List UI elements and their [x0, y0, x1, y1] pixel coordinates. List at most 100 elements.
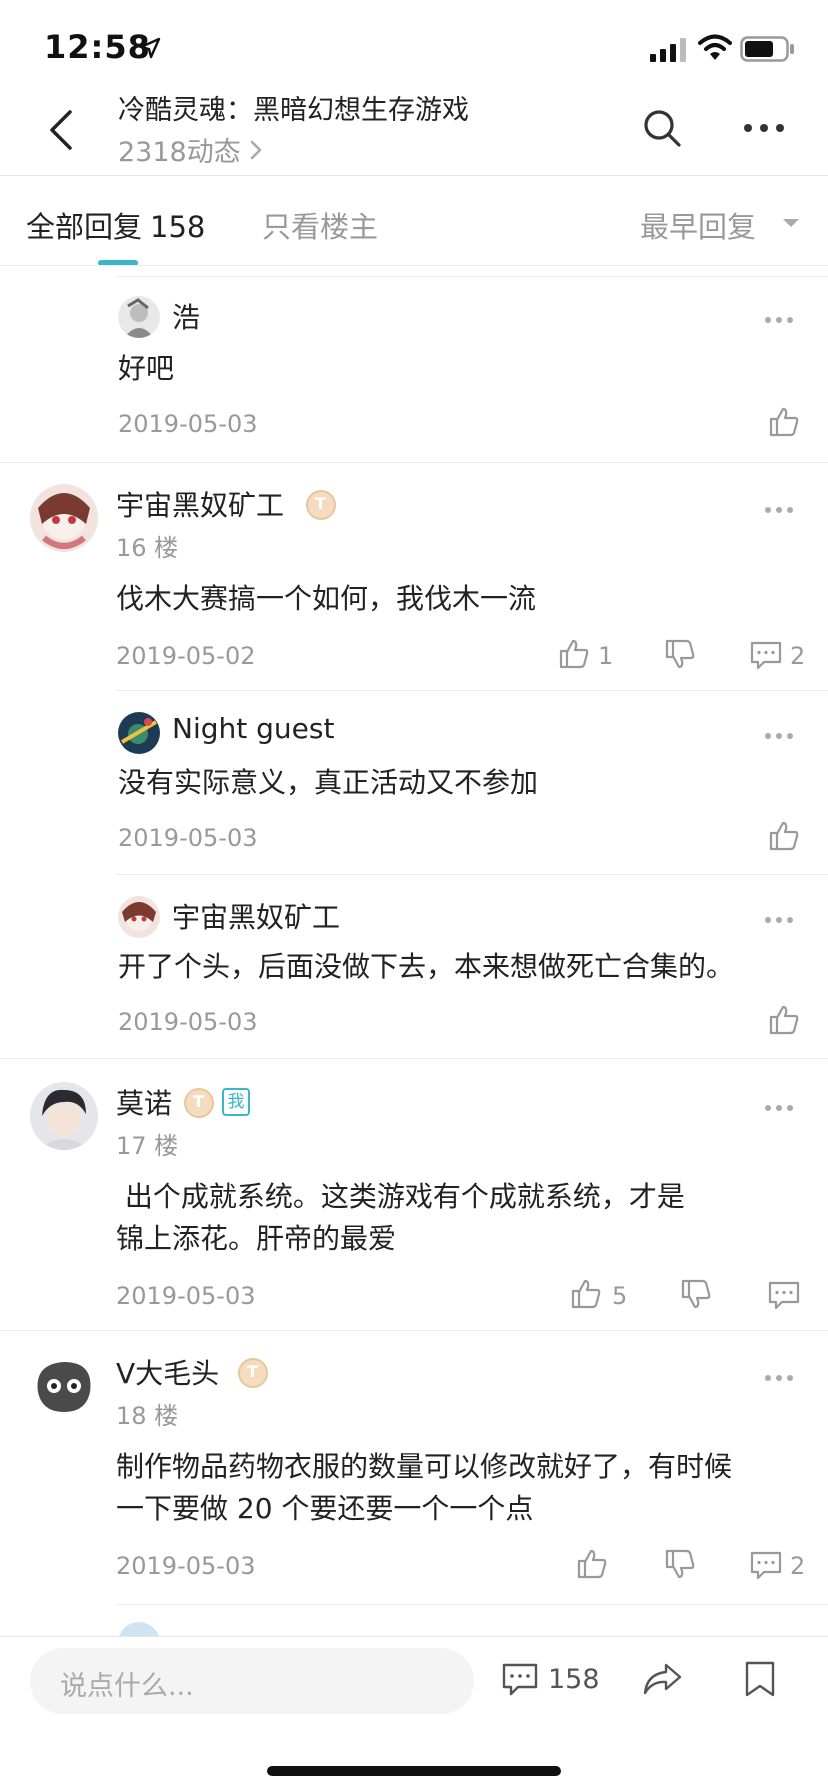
floor-date: 2019-05-03: [116, 1552, 256, 1580]
chevron-right-icon: [250, 140, 262, 160]
divider: [0, 1636, 828, 1637]
avatar[interactable]: [118, 296, 160, 338]
floor-text: 伐木大赛搞一个如何，我伐木一流: [116, 582, 537, 615]
divider: [116, 276, 828, 277]
divider: [116, 874, 828, 875]
comment-input[interactable]: 说点什么...: [30, 1648, 474, 1714]
thumbs-up-icon[interactable]: [768, 1004, 800, 1036]
avatar[interactable]: [118, 896, 160, 938]
cellular-signal-icon: [650, 38, 686, 62]
location-arrow-icon: [139, 37, 161, 59]
comment-icon[interactable]: [502, 1662, 538, 1696]
thumbs-up-icon[interactable]: [768, 406, 800, 438]
thumbs-down-icon[interactable]: [664, 1548, 696, 1580]
avatar[interactable]: [30, 1082, 98, 1150]
battery-icon: [740, 36, 794, 62]
reply-tabs: 全部回复 158 只看楼主 最早回复: [0, 176, 828, 266]
avatar-image: [30, 484, 98, 552]
comment-count: 2: [790, 1552, 806, 1580]
avatar-image: [118, 896, 160, 938]
bottom-bar: 说点什么... 158: [0, 1636, 828, 1792]
avatar-image: [30, 1352, 98, 1420]
thumbs-up-icon[interactable]: [558, 638, 590, 670]
comment-icon[interactable]: [750, 1550, 782, 1580]
status-time: 12:58: [44, 28, 151, 66]
thumbs-up-icon[interactable]: [768, 820, 800, 852]
nav-bar: 冷酷灵魂：黑暗幻想生存游戏 2318动态: [0, 80, 828, 174]
floor-date: 2019-05-02: [116, 642, 256, 670]
floor-text-line-2: 锦上添花。肝帝的最爱: [116, 1222, 397, 1255]
more-options-icon[interactable]: [764, 316, 794, 324]
avatar-image: [118, 1622, 160, 1636]
tab-op-only[interactable]: 只看楼主: [262, 204, 378, 246]
more-options-icon[interactable]: [764, 732, 794, 740]
more-options-icon[interactable]: [764, 506, 794, 514]
thumbs-down-icon[interactable]: [680, 1278, 712, 1310]
floor-author[interactable]: V大毛头: [116, 1352, 219, 1392]
caret-down-icon[interactable]: [782, 218, 800, 228]
thumbs-up-icon[interactable]: [576, 1548, 608, 1580]
like-count: 5: [612, 1282, 628, 1310]
floor-number: 18 楼: [116, 1402, 179, 1430]
me-badge: 我: [222, 1088, 250, 1116]
floor-number: 17 楼: [116, 1132, 179, 1160]
divider: [116, 1604, 828, 1605]
badge-letter: T: [193, 1092, 204, 1111]
avatar[interactable]: [30, 1352, 98, 1420]
search-icon[interactable]: [642, 108, 682, 148]
avatar[interactable]: [30, 484, 98, 552]
sort-dropdown[interactable]: 最早回复: [640, 204, 756, 246]
divider: [0, 462, 828, 463]
reply-text: 没有实际意义，真正活动又不参加: [118, 766, 539, 799]
reply-date: 2019-05-03: [118, 410, 258, 438]
reply-text: 开了个头，后面没做下去，本来想做死亡合集的。: [118, 950, 735, 983]
more-options-icon[interactable]: [742, 120, 786, 136]
badge-letter: T: [247, 1362, 258, 1381]
avatar-image: [118, 296, 160, 338]
tab-all-label: 全部回复: [26, 210, 143, 244]
avatar-image: [118, 712, 160, 754]
more-options-icon[interactable]: [764, 1374, 794, 1382]
thumbs-down-icon[interactable]: [664, 638, 696, 670]
tab-all-replies[interactable]: 全部回复 158: [26, 204, 205, 246]
reply-author[interactable]: 浩: [172, 296, 200, 336]
floor-author[interactable]: 莫诺: [116, 1082, 172, 1122]
floor-text-line-1: 出个成就系统。这类游戏有个成就系统，才是: [116, 1180, 685, 1213]
floor-text-line-2: 一下要做 20 个要还要一个一个点: [116, 1492, 534, 1525]
thumbs-up-icon[interactable]: [570, 1278, 602, 1310]
floor-number: 16 楼: [116, 534, 179, 562]
reply-date: 2019-05-03: [118, 824, 258, 852]
bookmark-icon[interactable]: [744, 1660, 776, 1698]
more-options-icon[interactable]: [764, 1104, 794, 1112]
home-indicator[interactable]: [267, 1766, 561, 1776]
comment-total[interactable]: 158: [548, 1664, 600, 1695]
back-chevron-icon[interactable]: [44, 108, 80, 152]
tab-all-count: 158: [150, 210, 206, 244]
reply-author[interactable]: Night guest: [172, 712, 334, 745]
avatar[interactable]: [118, 712, 160, 754]
avatar[interactable]: [118, 1622, 160, 1636]
reply-date: 2019-05-03: [118, 1008, 258, 1036]
more-options-icon[interactable]: [764, 916, 794, 924]
level-badge: T: [238, 1358, 268, 1388]
activity-count: 2318动态: [118, 137, 241, 168]
comment-input-placeholder: 说点什么...: [60, 1671, 194, 1702]
activity-count-link[interactable]: 2318动态: [118, 130, 263, 169]
comment-icon[interactable]: [750, 640, 782, 670]
reply-author[interactable]: 宇宙黑奴矿工: [172, 896, 340, 936]
like-count: 1: [598, 642, 614, 670]
floor-author[interactable]: 宇宙黑奴矿工: [116, 484, 284, 524]
share-icon[interactable]: [642, 1662, 682, 1696]
badge-letter: T: [315, 494, 326, 513]
divider: [0, 1058, 828, 1059]
floor-date: 2019-05-03: [116, 1282, 256, 1310]
reply-feed[interactable]: 浩 好吧 2019-05-03 宇宙黑奴矿工 T 16 楼 伐木大赛搞一个如何，…: [0, 266, 828, 1636]
level-badge: T: [184, 1088, 214, 1118]
divider: [116, 690, 828, 691]
level-badge: T: [306, 490, 336, 520]
comment-icon[interactable]: [768, 1280, 800, 1310]
comment-count: 2: [790, 642, 806, 670]
reply-text: 好吧: [118, 352, 175, 385]
divider: [0, 1330, 828, 1331]
avatar-image: [30, 1082, 98, 1150]
